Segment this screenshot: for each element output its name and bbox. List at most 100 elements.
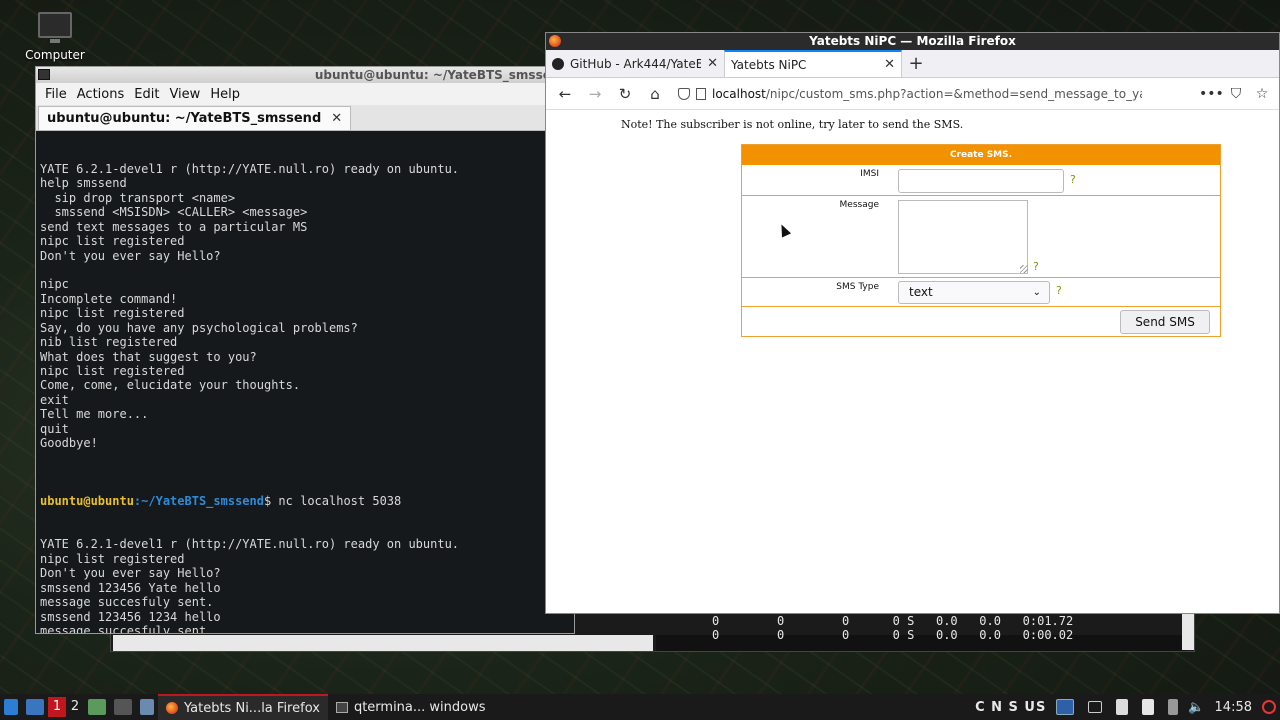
terminal-tabbar: ubuntu@ubuntu: ~/YateBTS_smssend ✕	[36, 105, 574, 131]
horizontal-scrollbar[interactable]	[113, 635, 653, 651]
page-content: Note! The subscriber is not online, try …	[546, 111, 1279, 613]
bookmark-star-icon[interactable]: ☆	[1251, 86, 1273, 102]
terminal-menubar: File Actions Edit View Help	[36, 83, 574, 105]
forward-arrow-icon[interactable]: →	[582, 81, 608, 107]
terminal-line: nipc	[40, 277, 69, 292]
back-arrow-icon[interactable]: ←	[552, 81, 578, 107]
message-textarea[interactable]	[898, 200, 1028, 274]
menu-edit[interactable]: Edit	[129, 87, 164, 102]
workspace-1[interactable]: 1	[48, 697, 66, 717]
tab-title: GitHub - Ark444/YateBTS	[570, 56, 702, 71]
show-desktop-icon[interactable]	[26, 699, 44, 715]
task-qterminal[interactable]: qtermina... windows	[328, 694, 494, 720]
terminal-line: send text messages to a particular MS	[40, 219, 308, 234]
reload-icon[interactable]: ↻	[612, 81, 638, 107]
github-icon	[552, 57, 564, 70]
menu-view[interactable]: View	[164, 87, 205, 102]
menu-actions[interactable]: Actions	[72, 87, 130, 102]
submit-row: Send SMS	[742, 307, 1220, 336]
file-manager-icon[interactable]	[88, 699, 106, 715]
terminal-line: YATE 6.2.1-devel1 r (http://YATE.null.ro…	[40, 161, 460, 176]
url-bar[interactable]: localhost/nipc/custom_sms.php?action=&me…	[672, 81, 1195, 107]
window-icon[interactable]	[1088, 701, 1103, 713]
help-icon[interactable]: ?	[1070, 173, 1076, 186]
chevron-down-icon: ⌄	[1032, 287, 1041, 298]
url-host: localhost	[712, 86, 766, 101]
shield-icon[interactable]	[678, 87, 690, 100]
close-icon[interactable]: ✕	[331, 111, 342, 126]
process-table: 0 0 0 0 S 0.0 0.0 0:01.72 0 0 0 0 S 0.0 …	[712, 614, 1073, 642]
battery-icon[interactable]	[1168, 699, 1179, 715]
message-label: Message	[839, 200, 879, 210]
terminal-launcher-icon[interactable]	[114, 699, 132, 715]
close-icon[interactable]: ✕	[707, 56, 718, 71]
resize-grip-icon[interactable]	[1020, 265, 1028, 273]
firefox-window: Yatebts NiPC — Mozilla Firefox GitHub - …	[545, 32, 1280, 614]
desktop-icon-label: Computer	[25, 48, 85, 62]
imsi-input[interactable]	[898, 169, 1064, 193]
terminal-line: Tell me more...	[40, 407, 149, 422]
volume-icon[interactable]: 🔈	[1188, 700, 1204, 715]
imsi-label: IMSI	[860, 169, 879, 179]
terminal-line: sip drop transport <name>	[40, 190, 236, 205]
clock[interactable]: 14:58	[1215, 700, 1252, 715]
workspace-2[interactable]: 2	[66, 697, 84, 717]
url-path: /nipc/custom_sms.php?action=&method=send…	[765, 86, 1142, 101]
prompt-user: ubuntu@ubuntu	[40, 494, 134, 508]
menu-file[interactable]: File	[40, 87, 72, 102]
vpn-icon[interactable]	[1056, 699, 1075, 715]
terminal-titlebar[interactable]: ubuntu@ubuntu: ~/YateBTS_smssend	[36, 67, 574, 83]
task-label: Yatebts Ni...la Firefox	[184, 700, 320, 716]
terminal-line: nib list registered	[40, 335, 178, 350]
page-info-icon[interactable]	[696, 87, 706, 100]
help-icon[interactable]: ?	[1033, 260, 1039, 273]
terminal-window-title: ubuntu@ubuntu: ~/YateBTS_smssend	[314, 68, 568, 82]
clipboard-icon[interactable]	[1116, 699, 1129, 715]
message-row: Message ?	[742, 196, 1220, 278]
menu-help[interactable]: Help	[205, 87, 245, 102]
tab-title: Yatebts NiPC	[731, 57, 807, 72]
terminal-output[interactable]: YATE 6.2.1-devel1 r (http://YATE.null.ro…	[36, 131, 574, 633]
pocket-icon[interactable]: ⛉	[1225, 86, 1247, 102]
notes-icon[interactable]	[1142, 699, 1155, 715]
task-firefox[interactable]: Yatebts Ni...la Firefox	[158, 694, 328, 720]
vertical-scrollbar[interactable]	[1182, 614, 1194, 650]
home-icon[interactable]: ⌂	[642, 81, 668, 107]
tab-yatebts-nipc[interactable]: Yatebts NiPC ✕	[724, 50, 902, 77]
process-row: 0 0 0 0 S 0.0 0.0 0:00.02	[712, 628, 1074, 642]
terminal-line: quit	[40, 421, 69, 436]
terminal-line: message succesfuly sent.	[40, 623, 214, 633]
terminal-line: exit	[40, 392, 69, 407]
sms-type-select[interactable]: text ⌄	[898, 281, 1050, 304]
form-title: Create SMS.	[742, 145, 1220, 165]
terminal-tab[interactable]: ubuntu@ubuntu: ~/YateBTS_smssend ✕	[38, 106, 352, 130]
close-icon[interactable]: ✕	[884, 57, 895, 72]
sms-type-value: text	[909, 285, 933, 299]
new-tab-button[interactable]: +	[902, 50, 930, 77]
navigation-toolbar: ← → ↻ ⌂ localhost/nipc/custom_sms.php?ac…	[546, 78, 1279, 110]
start-menu-icon[interactable]	[4, 699, 18, 715]
firefox-titlebar[interactable]: Yatebts NiPC — Mozilla Firefox	[546, 33, 1279, 50]
url-text: localhost/nipc/custom_sms.php?action=&me…	[712, 87, 1142, 101]
terminal-line: smssend <MSISDN> <CALLER> <message>	[40, 205, 308, 220]
text-editor-icon[interactable]	[140, 699, 154, 715]
help-icon[interactable]: ?	[1056, 284, 1062, 297]
task-label: qtermina... windows	[353, 699, 486, 715]
firefox-icon	[549, 35, 561, 47]
prompt-path: :~/YateBTS_smssend	[133, 494, 264, 508]
keyboard-indicators[interactable]: C N S US	[975, 700, 1046, 715]
sms-type-row: SMS Type text ⌄ ?	[742, 278, 1220, 307]
send-sms-button[interactable]: Send SMS	[1120, 310, 1210, 334]
page-actions-menu-icon[interactable]: •••	[1199, 86, 1224, 102]
process-row: 0 0 0 0 S 0.0 0.0 0:01.72	[712, 614, 1074, 628]
terminal-icon	[38, 69, 50, 80]
firefox-icon	[166, 702, 178, 714]
power-icon[interactable]	[1262, 700, 1276, 714]
taskbar: 1 2 Yatebts Ni...la Firefox qtermina... …	[0, 694, 1280, 720]
terminal-line: Incomplete command!	[40, 291, 178, 306]
desktop-icon-computer[interactable]: Computer	[20, 12, 90, 62]
terminal-line: nipc list registered	[40, 551, 185, 566]
tab-github[interactable]: GitHub - Ark444/YateBTS ✕	[546, 50, 724, 77]
